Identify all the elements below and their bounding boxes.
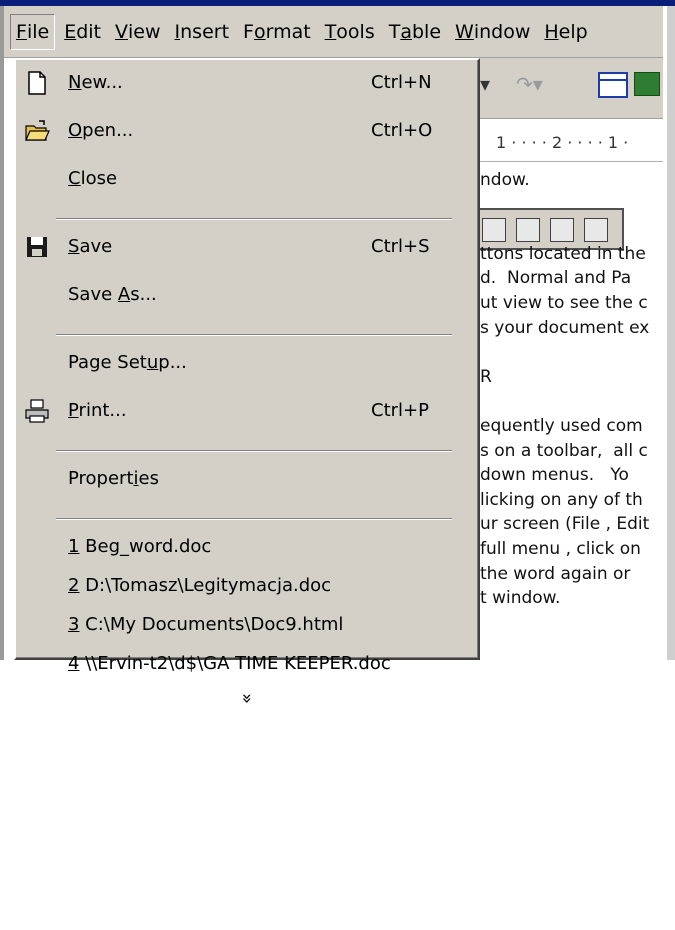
menu-separator bbox=[56, 450, 452, 452]
menu-bar: File Edit View Insert Fo rmat Tools Ta ble Window… bbox=[4, 6, 663, 58]
menu-item-close[interactable]: Close bbox=[16, 162, 478, 198]
normal-view-icon[interactable] bbox=[516, 218, 540, 242]
menu-item-label: Close bbox=[68, 168, 118, 189]
document-text-line: the word again or bbox=[480, 563, 631, 584]
menu-item-label: Open... bbox=[68, 120, 134, 141]
menu-item-new[interactable]: New... Ctrl+N bbox=[16, 66, 478, 102]
align-icon[interactable] bbox=[482, 218, 506, 242]
menu-item-label: Save As... bbox=[68, 284, 157, 305]
document-text-line: s your document ex bbox=[480, 317, 650, 338]
window-scrollbar[interactable] bbox=[666, 6, 675, 660]
menu-window[interactable]: Window bbox=[450, 14, 535, 50]
menu-separator bbox=[56, 334, 452, 336]
menu-item-shortcut: Ctrl+O bbox=[371, 120, 433, 141]
menu-file[interactable]: File bbox=[10, 13, 56, 50]
menu-item-open[interactable]: Open... Ctrl+O bbox=[16, 114, 478, 150]
document-text-line: R bbox=[480, 366, 492, 387]
document-text-line: ttons located in the bbox=[480, 243, 646, 264]
menu-insert[interactable]: Insert bbox=[170, 14, 235, 50]
menu-item-label: Properties bbox=[68, 468, 159, 489]
insert-table-icon[interactable] bbox=[598, 72, 628, 98]
menu-item-save[interactable]: Save Ctrl+S bbox=[16, 230, 478, 266]
standard-toolbar: ▾ ↷▾ bbox=[478, 58, 663, 119]
menu-item-label: 1 Beg_word.doc bbox=[68, 536, 212, 557]
menu-item-label: Save bbox=[68, 236, 113, 257]
new-document-icon bbox=[24, 70, 50, 96]
ruler: 1 · · · · 2 · · · · 1 · bbox=[478, 124, 663, 162]
document-text-line: s on a toolbar, all c bbox=[480, 440, 648, 461]
menu-item-print[interactable]: Print... Ctrl+P bbox=[16, 394, 478, 430]
menu-format[interactable]: Fo rmat bbox=[238, 14, 316, 50]
menu-item-shortcut: Ctrl+S bbox=[371, 236, 430, 257]
document-text-line: ur screen (File , Edit bbox=[480, 514, 650, 535]
window-left-border bbox=[0, 6, 4, 660]
redo-icon[interactable]: ↷▾ bbox=[516, 72, 543, 96]
printer-icon bbox=[24, 398, 50, 424]
menu-item-label: Page Setup... bbox=[68, 352, 187, 373]
save-disk-icon bbox=[24, 234, 50, 260]
menu-item-label: Print... bbox=[68, 400, 127, 421]
open-folder-icon bbox=[24, 118, 50, 144]
document-text-line: ndow. bbox=[480, 170, 530, 190]
menu-item-page-setup[interactable]: Page Setup... bbox=[16, 346, 478, 382]
menu-item-shortcut: Ctrl+N bbox=[371, 72, 432, 93]
menu-edit[interactable]: Edit bbox=[59, 14, 106, 50]
document-text-line: ut view to see the c bbox=[480, 293, 648, 313]
menu-item-label: 3 C:\My Documents\Doc9.html bbox=[68, 614, 344, 635]
menu-help[interactable]: Help bbox=[539, 14, 592, 50]
print-layout-icon[interactable] bbox=[584, 218, 608, 242]
menu-item-save-as[interactable]: Save As... bbox=[16, 278, 478, 314]
menu-view[interactable]: View bbox=[110, 14, 166, 50]
document-text-line: d. Normal and Pa bbox=[480, 268, 632, 289]
document-text-line: full menu , click on bbox=[480, 539, 641, 559]
web-layout-icon[interactable] bbox=[550, 218, 574, 242]
dropdown-arrow-icon[interactable]: ▾ bbox=[480, 72, 490, 96]
document-text-line: equently used com bbox=[480, 416, 643, 436]
expand-menu-chevron-icon[interactable]: » bbox=[237, 468, 258, 930]
insert-excel-icon[interactable] bbox=[634, 72, 660, 96]
menu-item-label: New... bbox=[68, 72, 123, 93]
menu-item-shortcut: Ctrl+P bbox=[371, 400, 429, 421]
document-text-line: down menus. Yo bbox=[480, 465, 629, 486]
menu-item-label: 2 D:\Tomasz\Legitymacja.doc bbox=[68, 575, 332, 596]
menu-tools[interactable]: Tools bbox=[320, 14, 380, 50]
menu-table[interactable]: Ta ble bbox=[384, 14, 446, 50]
file-menu: New... Ctrl+N Open... Ctrl+O Close Save Ctrl+S… bbox=[14, 58, 480, 704]
menu-item-label: 4 \\Ervin-t2\d$\GA TIME KEEPER.doc bbox=[68, 653, 391, 674]
document-text-line: licking on any of th bbox=[480, 489, 643, 510]
document-text-line: t window. bbox=[480, 588, 561, 609]
menu-separator bbox=[56, 218, 452, 220]
